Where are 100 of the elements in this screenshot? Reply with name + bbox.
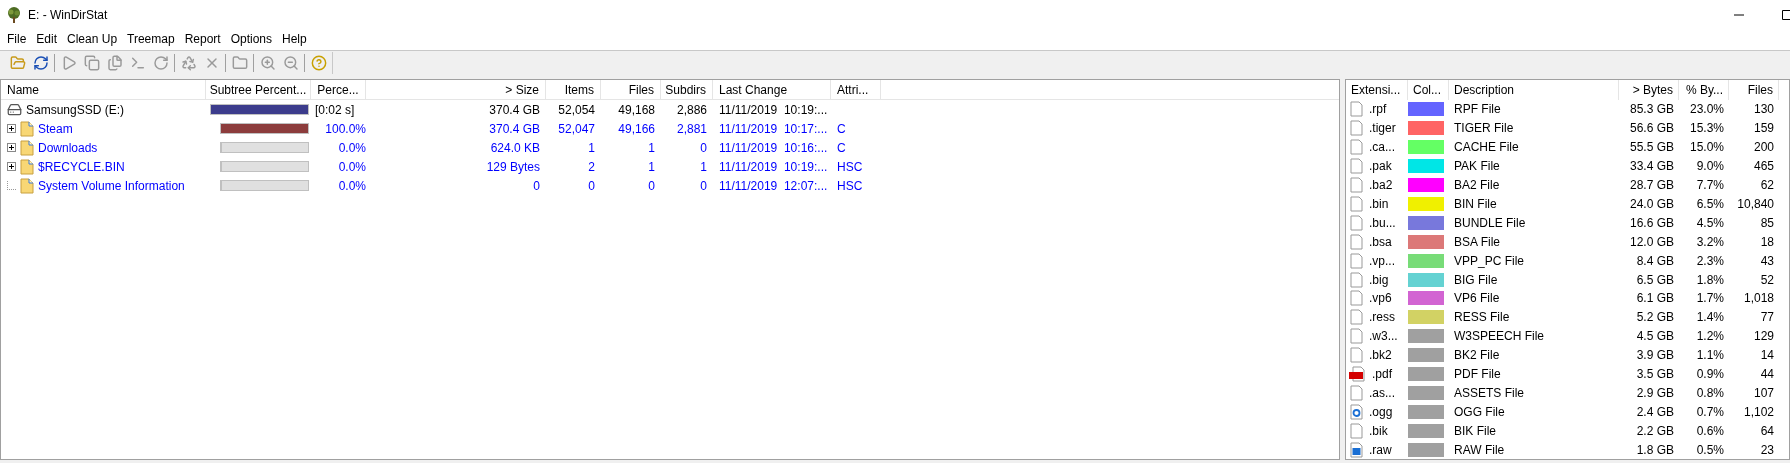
file-icon — [1349, 214, 1364, 231]
extension-name: .raw — [1369, 441, 1392, 459]
file-icon — [1349, 176, 1364, 193]
files-column-header[interactable]: Files — [628, 80, 654, 99]
percent-value: 2.3% — [1696, 253, 1724, 268]
file-type-description: BUNDLE File — [1454, 215, 1526, 230]
drive-icon — [7, 102, 22, 117]
file-icon — [1349, 271, 1364, 288]
file-type-description: BA2 File — [1454, 177, 1500, 192]
subdirs-count: 2,881 — [676, 121, 707, 136]
folder-icon — [20, 139, 34, 156]
percent-value: 0.9% — [1696, 367, 1724, 382]
copy-icon — [83, 55, 100, 71]
item-name[interactable]: Downloads — [38, 138, 98, 157]
subtree-percent-column-header[interactable]: Subtree Percent... — [209, 80, 307, 99]
menu-item[interactable]: Help — [277, 30, 312, 48]
file-icon — [1349, 422, 1364, 439]
extension-name: .ress — [1369, 309, 1395, 327]
files-count: 130 — [1753, 102, 1774, 117]
files-count: 1,018 — [1743, 291, 1774, 306]
item-name[interactable]: $RECYCLE.BIN — [38, 157, 125, 176]
file-icon — [1349, 139, 1364, 156]
files-column-header[interactable]: Files — [1747, 80, 1773, 99]
attributes-value: C — [837, 121, 846, 136]
extension-name: .rpf — [1369, 101, 1387, 119]
bytes-value: 85.3 GB — [1629, 102, 1674, 117]
extension-name: .bik — [1369, 422, 1388, 440]
percent-value: 7.7% — [1696, 177, 1724, 192]
bytes-value: 55.5 GB — [1629, 140, 1674, 155]
percent-value: [0:02 s] — [315, 102, 355, 117]
bytes-value: 6.5 GB — [1636, 272, 1674, 287]
attributes-value: C — [837, 140, 846, 155]
files-count: 62 — [1760, 177, 1774, 192]
file-type-description: VPP_PC File — [1454, 253, 1525, 268]
item-name[interactable]: SamsungSSD (E:) — [26, 100, 125, 119]
files-count: 1 — [648, 159, 655, 174]
files-count: 10,840 — [1737, 196, 1774, 211]
expand-toggle[interactable] — [7, 143, 16, 152]
zoom-in-icon — [259, 55, 276, 71]
expand-toggle[interactable] — [7, 124, 16, 133]
file-type-description: TIGER File — [1454, 121, 1514, 136]
files-count: 159 — [1753, 121, 1774, 136]
file-icon — [1349, 290, 1364, 307]
attributes-value: HSC — [837, 159, 863, 174]
folder-open-icon — [9, 55, 26, 71]
subdirs-count: 0 — [700, 178, 707, 193]
file-type-description: BIN File — [1454, 196, 1497, 211]
menu-item[interactable]: Clean Up — [62, 30, 123, 48]
extension-name: .tiger — [1369, 120, 1396, 138]
files-count: 107 — [1753, 385, 1774, 400]
file-type-description: RPF File — [1454, 102, 1501, 117]
size-column-header[interactable]: > Size — [505, 80, 539, 99]
last-change-column-header[interactable]: Last Change — [719, 80, 788, 99]
percent-value: 4.5% — [1696, 215, 1724, 230]
extension-name: .as... — [1369, 384, 1395, 402]
percent-value: 1.7% — [1696, 291, 1724, 306]
percent-value: 0.7% — [1696, 404, 1724, 419]
attributes-column-header[interactable]: Attri... — [837, 80, 869, 99]
menu-item[interactable]: Report — [179, 30, 226, 48]
extension-name: .vp6 — [1369, 290, 1392, 308]
extension-name: .ogg — [1369, 403, 1393, 421]
bytes-value: 6.1 GB — [1636, 291, 1674, 306]
file-type-description: W3SPEECH File — [1454, 329, 1545, 344]
menu-item[interactable]: Edit — [31, 30, 63, 48]
menu-item[interactable]: Treemap — [122, 30, 180, 48]
bytes-value: 5.2 GB — [1636, 310, 1674, 325]
bytes-value: 3.5 GB — [1636, 367, 1674, 382]
file-type-description: BSA File — [1454, 234, 1501, 249]
files-count: 0 — [648, 178, 655, 193]
items-count: 52,047 — [558, 121, 595, 136]
item-name[interactable]: Steam — [38, 119, 73, 138]
recycle-icon — [180, 55, 197, 71]
extension-name: .bsa — [1369, 233, 1392, 251]
file-icon — [1349, 384, 1364, 401]
plus-icon — [8, 163, 15, 170]
name-column-header[interactable]: Name — [7, 80, 39, 99]
last-change-date: 11/11/2019 10:19:... — [719, 159, 828, 174]
refresh-icon — [152, 55, 169, 71]
color-column-header[interactable]: Col... — [1413, 80, 1441, 99]
percent-column-header[interactable]: Perce... — [317, 80, 359, 99]
items-count: 1 — [588, 140, 595, 155]
item-name[interactable]: System Volume Information — [38, 176, 185, 195]
bytes-value: 28.7 GB — [1629, 177, 1674, 192]
files-count: 1,102 — [1743, 404, 1774, 419]
bytes-column-header[interactable]: > Bytes — [1632, 80, 1673, 99]
percent-bytes-column-header[interactable]: % By... — [1685, 80, 1723, 99]
file-type-description: VP6 File — [1454, 291, 1500, 306]
percent-value: 9.0% — [1696, 159, 1724, 174]
menu-item[interactable]: Options — [225, 30, 278, 48]
description-column-header[interactable]: Description — [1454, 80, 1515, 99]
extension-name: .pdf — [1372, 366, 1392, 384]
subdirs-column-header[interactable]: Subdirs — [665, 80, 706, 99]
menu-item[interactable]: File — [2, 30, 32, 48]
expand-toggle[interactable] — [7, 162, 16, 171]
items-column-header[interactable]: Items — [564, 80, 594, 99]
extension-column-header[interactable]: Extensi... — [1351, 80, 1401, 99]
subdirs-count: 2,886 — [676, 102, 707, 117]
tree-logo-icon — [6, 7, 22, 23]
extension-name: .ca... — [1369, 139, 1395, 157]
extension-name: .pak — [1369, 158, 1392, 176]
